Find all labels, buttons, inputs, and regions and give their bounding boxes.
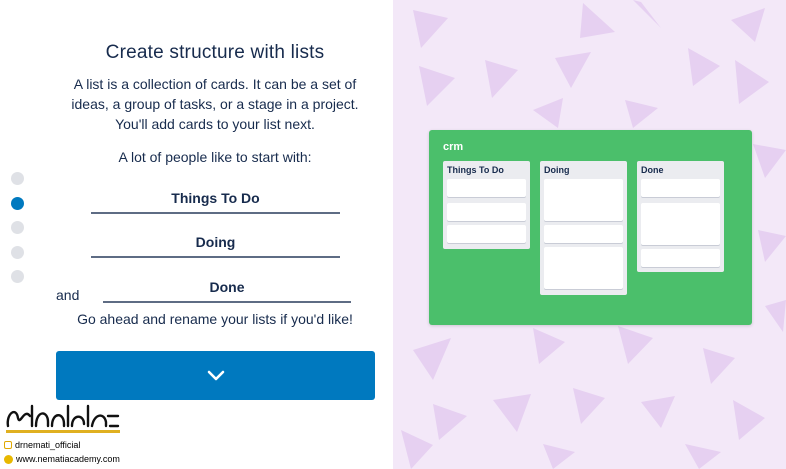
website-link: www.nematiacademy.com [4,454,120,464]
board-list: Things To Do [443,161,530,249]
step-dot-active[interactable] [11,196,24,210]
step-dot[interactable] [11,221,24,234]
card-placeholder [447,203,526,221]
card-placeholder [641,203,720,245]
rename-hint: Go ahead and rename your lists if you'd … [77,311,353,327]
board-list: Doing [540,161,627,295]
instagram-handle: drnemati_official [4,440,80,450]
list-title: Things To Do [447,165,504,175]
board-preview: crm Things To Do Doing Done [429,130,752,325]
page-title: Create structure with lists [105,42,325,63]
next-button[interactable] [56,351,375,400]
board-list: Done [637,161,724,272]
instagram-icon [4,441,12,449]
card-placeholder [544,247,623,289]
list-title: Doing [544,165,570,175]
card-placeholder [641,179,720,197]
step-dot[interactable] [11,245,24,259]
board-title: crm [443,141,464,153]
suggestion-hint: A lot of people like to start with: [118,149,312,165]
list-name-input-3[interactable]: Done [103,275,351,303]
list-name-input-2[interactable]: Doing [91,230,340,258]
list-name-input-1[interactable]: Things To Do [91,186,340,214]
card-placeholder [641,249,720,267]
card-placeholder [447,179,526,197]
brand-logo-icon [6,404,120,433]
list-title: Done [641,165,664,175]
step-dot[interactable] [11,172,24,185]
globe-icon [4,454,13,464]
chevron-down-icon [207,370,224,380]
step-indicator [11,172,24,295]
card-placeholder [544,179,623,221]
description-text: A list is a collection of cards. It can … [71,76,359,132]
card-placeholder [544,225,623,243]
and-label: and [56,287,80,303]
card-placeholder [447,225,526,243]
handle-text: drnemati_official [15,440,81,450]
step-dot[interactable] [11,270,24,283]
website-text: www.nematiacademy.com [16,454,120,464]
board-preview-background: crm Things To Do Doing Done [393,0,786,469]
